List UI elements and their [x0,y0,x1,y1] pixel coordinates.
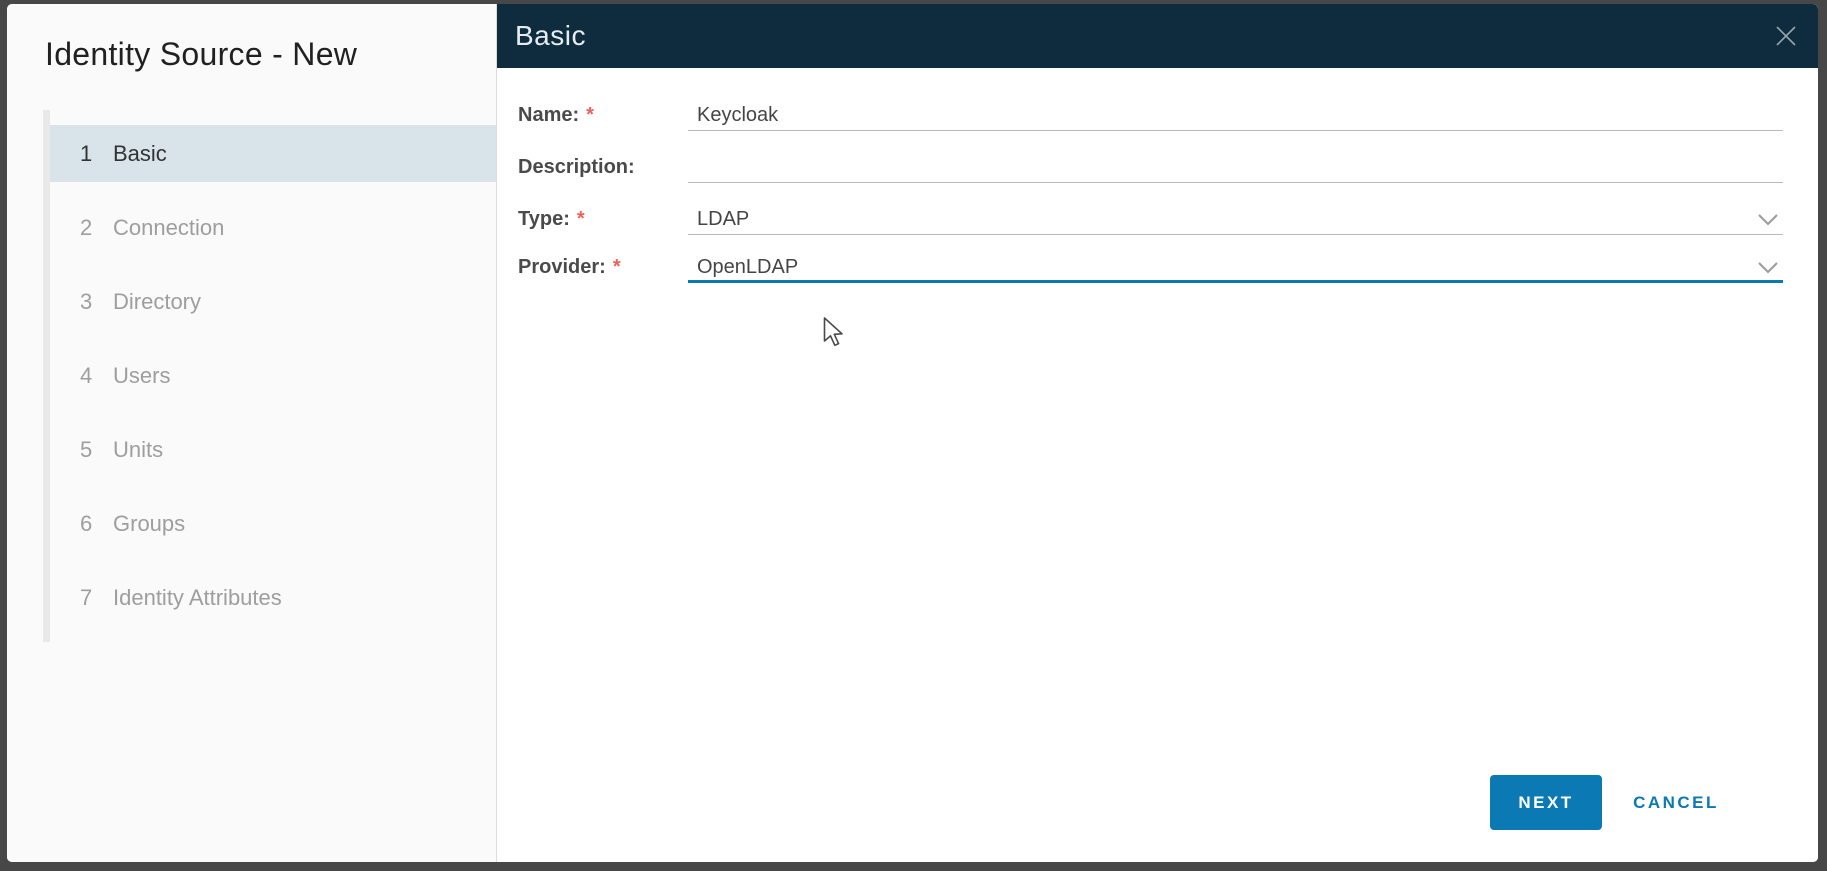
step-label: Connection [113,215,224,241]
type-select[interactable]: LDAP [688,204,1783,235]
step-connection[interactable]: 2 Connection [50,199,496,256]
step-units[interactable]: 5 Units [50,421,496,478]
chevron-down-icon[interactable] [1757,261,1779,275]
step-label: Users [113,363,170,389]
step-number: 3 [80,289,113,315]
identity-source-wizard-dialog: Identity Source - New 1 Basic 2 Connecti… [7,4,1818,862]
next-button[interactable]: NEXT [1490,775,1602,830]
name-label: Name: * [518,100,594,130]
description-input[interactable] [688,152,1783,182]
required-marker: * [613,256,621,278]
name-field-row [688,100,1783,131]
step-directory[interactable]: 3 Directory [50,273,496,330]
step-basic[interactable]: 1 Basic [50,125,496,182]
panel-title: Basic [515,20,586,52]
step-label: Groups [113,511,185,537]
steps-track-bar [43,110,50,642]
step-number: 5 [80,437,113,463]
step-label: Units [113,437,163,463]
step-label: Basic [113,141,167,167]
step-number: 4 [80,363,113,389]
type-select-value[interactable]: LDAP [688,204,1783,234]
name-input[interactable] [688,100,1783,130]
step-number: 2 [80,215,113,241]
close-icon [1775,25,1797,47]
step-identity-attributes[interactable]: 7 Identity Attributes [50,569,496,626]
step-users[interactable]: 4 Users [50,347,496,404]
label-text: Type: [518,208,570,230]
cancel-button[interactable]: CANCEL [1625,775,1727,830]
panel-header: Basic [497,4,1818,68]
provider-label: Provider: * [518,252,621,282]
wizard-steps-list: 1 Basic 2 Connection 3 Directory 4 Users… [50,125,496,643]
step-label: Directory [113,289,201,315]
close-button[interactable] [1774,24,1798,48]
label-text: Description: [518,156,635,178]
step-label: Identity Attributes [113,585,282,611]
provider-select-value[interactable]: OpenLDAP [688,252,1783,282]
dialog-title: Identity Source - New [45,36,357,73]
wizard-content-panel: Basic Name: * Description: Type: * [497,4,1818,862]
description-label: Description: [518,152,642,182]
step-number: 1 [80,141,113,167]
wizard-sidebar: Identity Source - New 1 Basic 2 Connecti… [7,4,497,862]
label-text: Name: [518,104,579,126]
screen: { "dialog": { "title": "Identity Source … [0,0,1827,871]
provider-select[interactable]: OpenLDAP [688,252,1783,283]
type-label: Type: * [518,204,585,234]
step-number: 7 [80,585,113,611]
required-marker: * [586,104,594,126]
step-number: 6 [80,511,113,537]
required-marker: * [577,208,585,230]
description-field-row [688,152,1783,183]
chevron-down-icon[interactable] [1757,213,1779,227]
step-groups[interactable]: 6 Groups [50,495,496,552]
label-text: Provider: [518,256,606,278]
